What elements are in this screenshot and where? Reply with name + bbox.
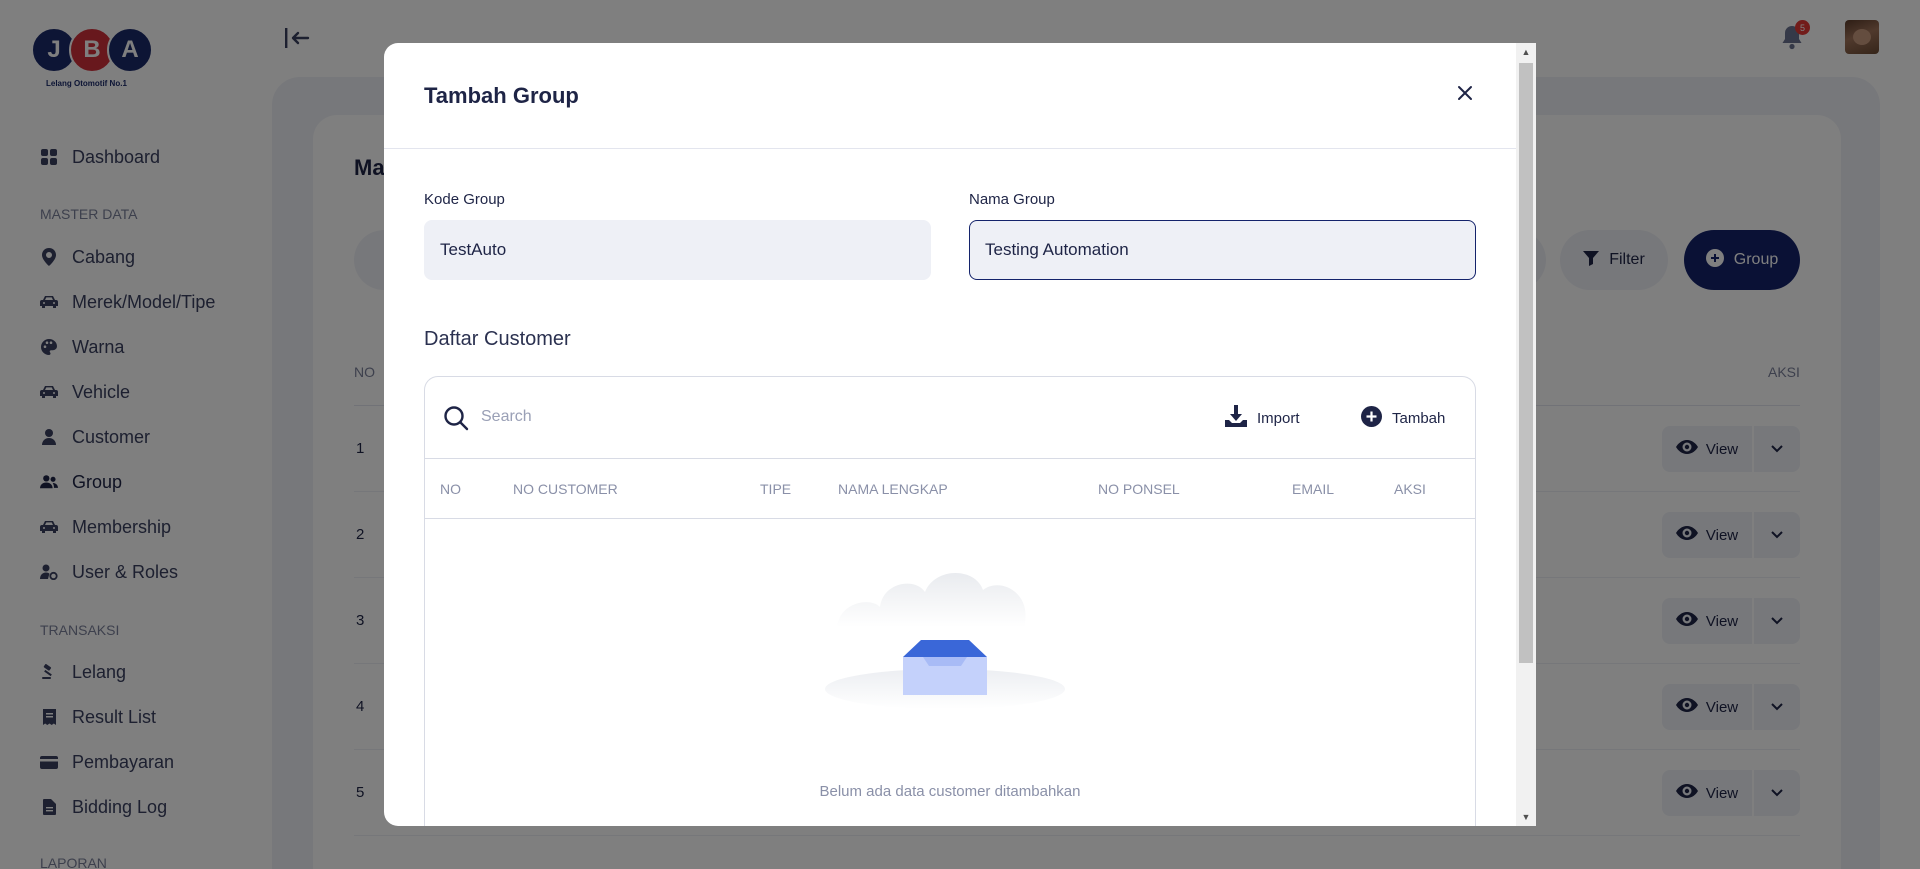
column-header-no-ponsel: NO PONSEL xyxy=(1098,481,1180,497)
tambah-customer-button[interactable]: Tambah xyxy=(1361,403,1445,433)
column-header-no-customer: NO CUSTOMER xyxy=(513,481,618,497)
column-header-email: EMAIL xyxy=(1292,481,1335,497)
column-header-tipe: TIPE xyxy=(760,481,792,497)
modal-scrollbar[interactable]: ▲ ▼ xyxy=(1516,43,1536,826)
customer-search-input[interactable] xyxy=(481,397,881,437)
column-header-nama-lengkap: NAMA LENGKAP xyxy=(838,481,948,497)
tambah-button-label: Tambah xyxy=(1392,409,1446,427)
scroll-down-arrow-icon[interactable]: ▼ xyxy=(1516,808,1536,826)
download-icon xyxy=(1225,405,1247,431)
column-header-no: NO xyxy=(440,481,461,497)
scrollbar-thumb[interactable] xyxy=(1519,63,1533,663)
customer-table-header: NO NO CUSTOMER TIPE NAMA LENGKAP NO PONS… xyxy=(425,458,1475,519)
modal-title: Tambah Group xyxy=(424,83,579,108)
customer-table-panel: Import Tambah NO NO CUSTOMER TIPE NAMA L… xyxy=(424,376,1476,826)
tambah-group-modal: Tambah Group Kode Group Nama Group Dafta… xyxy=(384,43,1536,826)
import-button-label: Import xyxy=(1257,409,1300,427)
empty-state-text: Belum ada data customer ditambahkan xyxy=(819,783,1081,800)
plus-circle-icon xyxy=(1361,405,1382,431)
empty-inbox-illustration xyxy=(825,562,1065,712)
search-icon xyxy=(443,405,469,431)
daftar-customer-heading: Daftar Customer xyxy=(424,328,571,350)
modal-header-divider xyxy=(384,148,1536,149)
kode-group-label: Kode Group xyxy=(424,191,505,208)
column-header-aksi: AKSI xyxy=(1394,481,1426,497)
import-button[interactable]: Import xyxy=(1225,403,1300,433)
kode-group-field[interactable] xyxy=(424,220,931,280)
scroll-up-arrow-icon[interactable]: ▲ xyxy=(1516,43,1536,61)
nama-group-label: Nama Group xyxy=(969,191,1055,208)
nama-group-field[interactable] xyxy=(969,220,1476,280)
close-button[interactable] xyxy=(1451,81,1479,109)
close-icon xyxy=(1457,85,1473,106)
